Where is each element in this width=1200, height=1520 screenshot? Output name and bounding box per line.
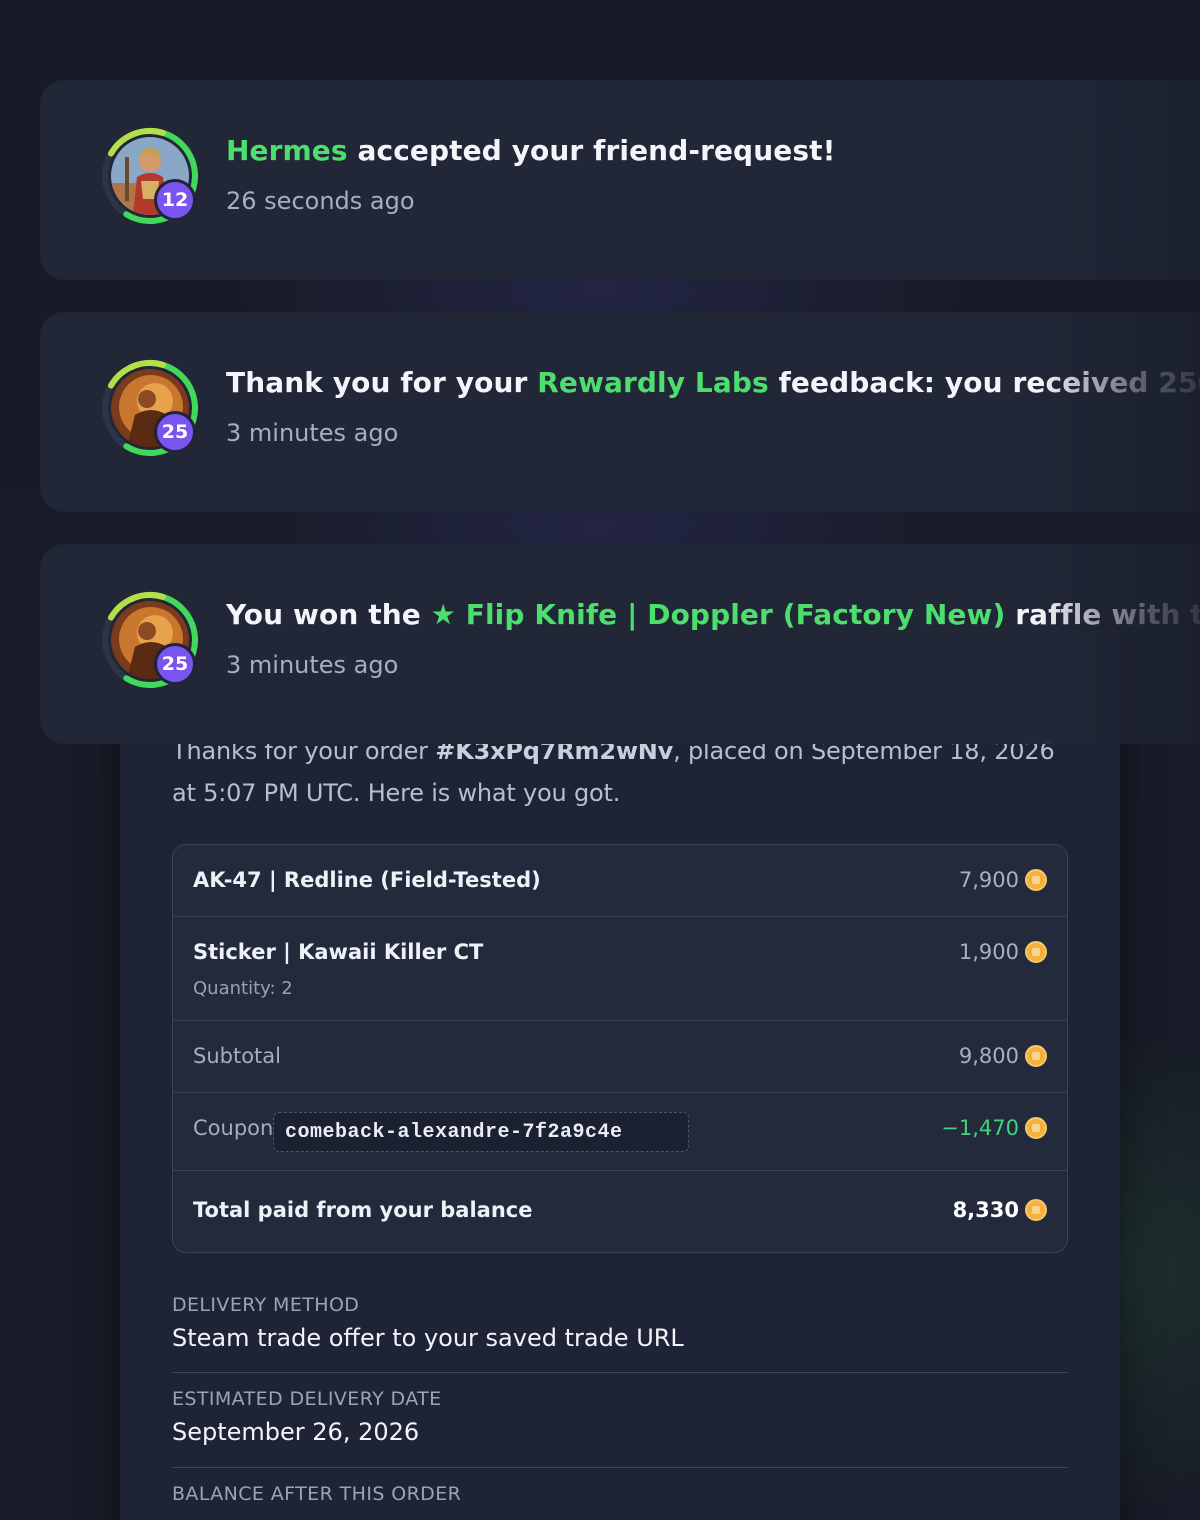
subtotal-label: Subtotal xyxy=(193,1044,281,1068)
coupon-discount: −1,470 xyxy=(941,1116,1047,1140)
item-link[interactable]: ★ Flip Knife | Doppler (Factory New) xyxy=(431,598,1006,631)
coin-icon xyxy=(1025,1117,1047,1139)
avatar: 12 xyxy=(100,126,200,226)
delivery-method-label: DELIVERY METHOD xyxy=(172,1294,360,1316)
table-row: AK-47 | Redline (Field-Tested) 7,900 xyxy=(173,845,1067,917)
level-badge: 12 xyxy=(154,179,196,221)
coin-icon xyxy=(1025,869,1047,891)
notification-time: 3 minutes ago xyxy=(226,419,399,447)
total-value: 8,330 xyxy=(952,1198,1019,1222)
order-summary-table: AK-47 | Redline (Field-Tested) 7,900 Sti… xyxy=(172,844,1068,1253)
level-badge: 25 xyxy=(154,411,196,453)
page: Thanks for your order #K3xPq7Rm2wNv, pla… xyxy=(0,0,1200,1520)
level-badge: 25 xyxy=(154,643,196,685)
notification-time: 3 minutes ago xyxy=(226,651,399,679)
coin-icon xyxy=(1025,941,1047,963)
total-label: Total paid from your balance xyxy=(193,1198,533,1222)
avatar: 25 xyxy=(100,590,200,690)
item-quantity: Quantity: 2 xyxy=(193,978,293,999)
item-name: Sticker | Kawaii Killer CT xyxy=(193,940,484,964)
message-text: You won the xyxy=(226,598,431,631)
delivery-date-value: September 26, 2026 xyxy=(172,1418,420,1446)
subtotal-value: 9,800 xyxy=(958,1044,1019,1068)
subtotal-amount: 9,800 xyxy=(959,1044,1047,1068)
fade-overlay xyxy=(1040,312,1200,512)
message-text: feedback: you received 250 coins. xyxy=(778,366,1200,399)
item-name: AK-47 | Redline (Field-Tested) xyxy=(193,868,541,892)
notification-message: You won the ★ Flip Knife | Doppler (Fact… xyxy=(226,598,1200,631)
notification-card[interactable]: 25 You won the ★ Flip Knife | Doppler (F… xyxy=(40,544,1200,744)
total-amount: 8,330 xyxy=(953,1198,1047,1222)
item-price: 7,900 xyxy=(959,868,1047,892)
delivery-method-value: Steam trade offer to your saved trade UR… xyxy=(172,1324,684,1352)
notification-message: Thank you for your Rewardly Labs feedbac… xyxy=(226,366,1200,399)
balance-section: BALANCE AFTER THIS ORDER xyxy=(172,1483,1068,1505)
item-price: 1,900 xyxy=(959,940,1047,964)
notification-card[interactable]: 25 Thank you for your Rewardly Labs feed… xyxy=(40,312,1200,512)
coin-icon xyxy=(1025,1045,1047,1067)
table-row: Sticker | Kawaii Killer CT Quantity: 2 1… xyxy=(173,917,1067,1021)
delivery-method-section: DELIVERY METHOD Steam trade offer to you… xyxy=(172,1294,1068,1352)
delivery-date-label: ESTIMATED DELIVERY DATE xyxy=(172,1388,442,1410)
message-text: Thank you for your xyxy=(226,366,538,399)
notification-message: Hermes accepted your friend-request! xyxy=(226,134,1200,167)
coin-icon xyxy=(1025,1199,1047,1221)
coupon-row: Coupon comeback-alexandre-7f2a9c4e −1,47… xyxy=(173,1093,1067,1171)
message-text: accepted your friend-request! xyxy=(347,134,836,167)
message-text: raffle with ticket # xyxy=(1015,598,1200,631)
divider xyxy=(172,1467,1068,1468)
fade-overlay xyxy=(1040,544,1200,744)
item-price-value: 1,900 xyxy=(958,940,1019,964)
subtotal-row: Subtotal 9,800 xyxy=(173,1021,1067,1093)
notification-time: 26 seconds ago xyxy=(226,187,415,215)
coupon-discount-value: −1,470 xyxy=(941,1116,1019,1140)
avatar: 25 xyxy=(100,358,200,458)
user-link[interactable]: Hermes xyxy=(226,134,348,167)
coupon-label: Coupon xyxy=(193,1116,274,1140)
notification-card[interactable]: 12 Hermes accepted your friend-request! … xyxy=(40,80,1200,280)
total-row: Total paid from your balance 8,330 xyxy=(173,1171,1067,1252)
order-email-panel: Thanks for your order #K3xPq7Rm2wNv, pla… xyxy=(120,630,1120,1520)
balance-label: BALANCE AFTER THIS ORDER xyxy=(172,1483,462,1505)
brand-link[interactable]: Rewardly Labs xyxy=(537,366,769,399)
item-price-value: 7,900 xyxy=(958,868,1019,892)
coupon-code[interactable]: comeback-alexandre-7f2a9c4e xyxy=(273,1112,689,1152)
divider xyxy=(172,1372,1068,1373)
delivery-date-section: ESTIMATED DELIVERY DATE September 26, 20… xyxy=(172,1388,1068,1446)
